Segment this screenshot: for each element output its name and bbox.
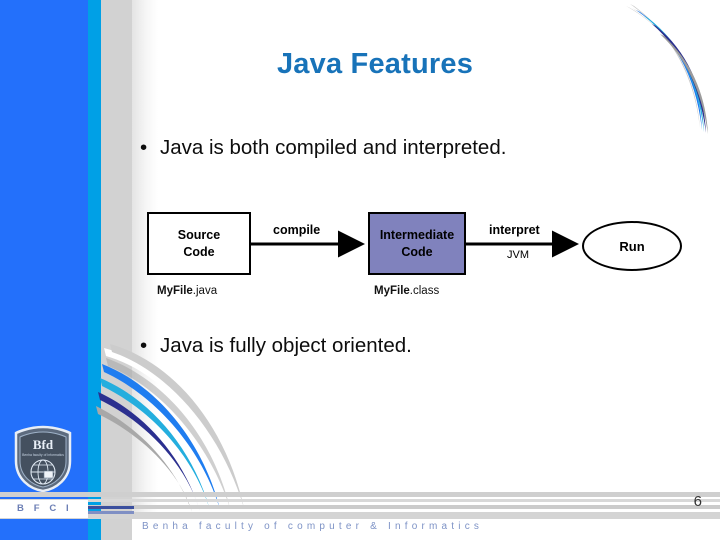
svg-text:Bfd: Bfd	[33, 437, 54, 452]
bullet-text-1: Java is both compiled and interpreted.	[160, 136, 507, 159]
bullet-item-2: • Java is fully object oriented.	[140, 334, 412, 358]
footer-institution-text: Benha faculty of computer & Informatics	[142, 521, 484, 532]
footer-stripe-2	[0, 499, 720, 502]
compilation-flow-diagram: Source Code Intermediate Code Run MyFile…	[140, 205, 700, 305]
bullet-text-2: Java is fully object oriented.	[160, 334, 412, 357]
file-label-source-ext: .java	[192, 285, 218, 297]
file-label-intermediate-ext: .class	[409, 285, 440, 297]
node-source-line1: Source	[177, 227, 221, 242]
bfci-shield-globe-logo: Bfd Benha faculty of Informatics	[14, 425, 72, 493]
node-source-line2: Code	[183, 244, 215, 259]
node-intermediate-line1: Intermediate	[379, 227, 455, 242]
page-number: 6	[693, 493, 702, 510]
node-run-label: Run	[619, 238, 645, 254]
edge-label-compile: compile	[273, 223, 321, 237]
sidebar-cyan-band	[88, 0, 101, 540]
sidebar-gray-band	[101, 0, 132, 540]
node-intermediate-line2: Code	[401, 244, 433, 259]
svg-text:Benha faculty of Informatics: Benha faculty of Informatics	[22, 453, 64, 457]
file-label-source: MyFile.java	[157, 285, 217, 297]
bfci-badge-rule-1	[88, 506, 134, 509]
file-label-intermediate: MyFile.class	[374, 285, 439, 297]
bfci-badge-text: B F C I	[17, 503, 73, 514]
slide-canvas: Java Features • Java is both compiled and…	[0, 0, 720, 540]
bullet-item-1: • Java is both compiled and interpreted.	[140, 136, 506, 160]
footer-stripe-1	[0, 492, 720, 497]
edge-sublabel-jvm: JVM	[507, 249, 529, 261]
node-run: Run	[582, 221, 682, 271]
edge-label-interpret: interpret	[489, 223, 540, 237]
node-source-code: Source Code	[147, 212, 251, 275]
bullet-marker-icon: •	[140, 334, 148, 357]
bfci-badge-rule-2	[88, 511, 134, 514]
file-label-source-name: MyFile	[157, 285, 193, 297]
bullet-marker-icon: •	[140, 136, 148, 159]
file-label-intermediate-name: MyFile	[374, 285, 410, 297]
node-intermediate-code: Intermediate Code	[368, 212, 466, 275]
page-title: Java Features	[276, 48, 474, 80]
swoosh-top-right-icon	[626, 4, 708, 134]
